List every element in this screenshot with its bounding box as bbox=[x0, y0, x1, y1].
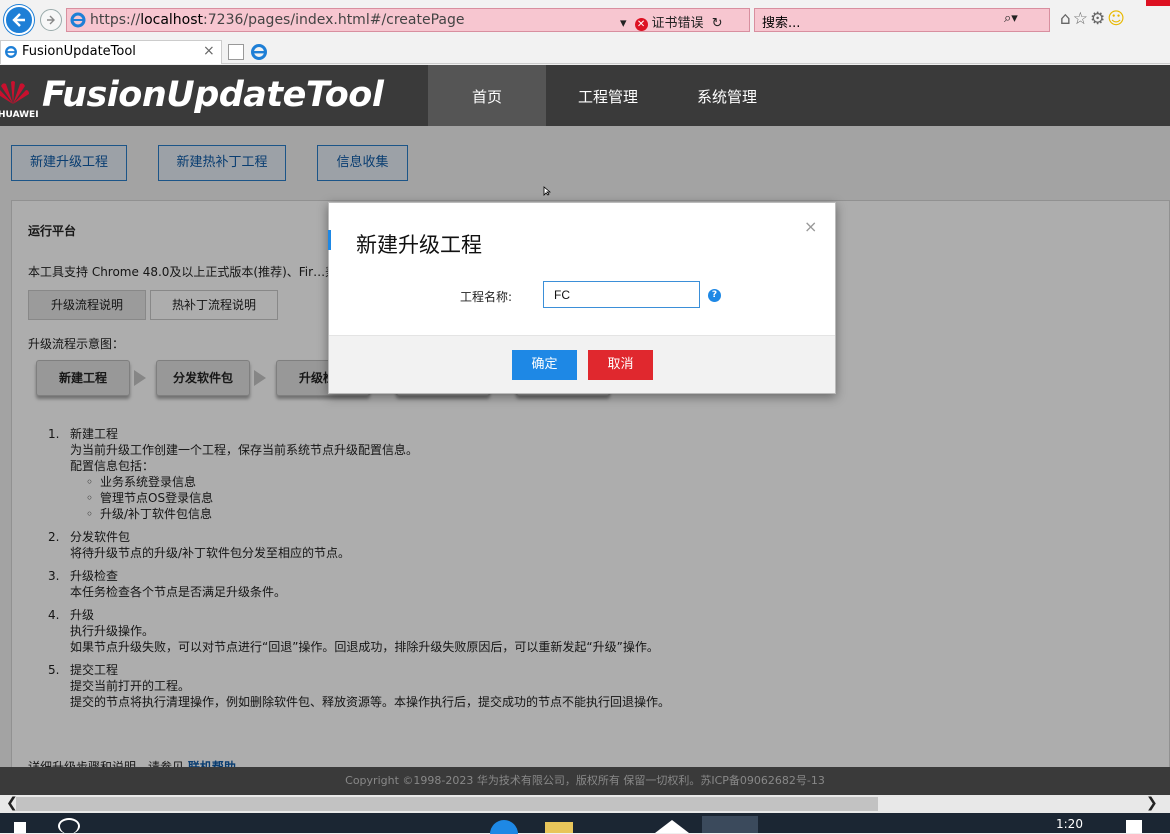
scroll-right-icon[interactable]: ❯ bbox=[1146, 795, 1158, 811]
taskbar-explorer-icon[interactable] bbox=[545, 822, 573, 833]
cancel-button[interactable]: 取消 bbox=[588, 350, 653, 380]
new-tab-icon[interactable] bbox=[228, 44, 244, 60]
cert-error-label[interactable]: 证书错误 bbox=[652, 16, 704, 31]
modal-footer bbox=[329, 335, 835, 393]
help-question-icon[interactable]: ? bbox=[708, 289, 721, 302]
cert-error-icon: ✕ bbox=[634, 18, 648, 31]
dropdown-icon[interactable]: ▾ bbox=[620, 16, 627, 31]
brand-text: HUAWEI bbox=[0, 110, 39, 120]
project-name-input[interactable] bbox=[543, 281, 700, 308]
smiley-icon[interactable]: ☺ bbox=[1107, 9, 1127, 29]
window-close-strip[interactable] bbox=[1146, 0, 1170, 6]
mouse-cursor-icon bbox=[543, 186, 551, 196]
project-name-label: 工程名称: bbox=[460, 290, 513, 304]
arrow-right-icon bbox=[47, 15, 55, 25]
taskbar-ie-active[interactable] bbox=[702, 816, 758, 833]
huawei-logo-icon bbox=[0, 81, 29, 104]
ie-tab-icon bbox=[5, 46, 17, 58]
tab-title: FusionUpdateTool bbox=[22, 44, 136, 59]
nav-item-project-management[interactable]: 工程管理 bbox=[578, 86, 638, 107]
modal-close-icon[interactable]: × bbox=[804, 217, 817, 236]
app-title: FusionUpdateTool bbox=[42, 75, 384, 115]
gear-icon[interactable]: ⚙ bbox=[1090, 9, 1107, 29]
modal-title-accent bbox=[328, 230, 331, 250]
arrow-left-icon bbox=[12, 13, 25, 27]
search-placeholder: 搜索... bbox=[762, 16, 801, 31]
search-icon[interactable]: ⌕▾ bbox=[1004, 11, 1018, 26]
cortana-icon[interactable] bbox=[58, 818, 80, 834]
tab-close-icon[interactable]: × bbox=[203, 43, 215, 59]
windows-start-icon[interactable] bbox=[14, 822, 26, 833]
url-controls: ▾ ✕ 证书错误 ↻ bbox=[620, 12, 723, 31]
favorites-star-icon[interactable]: ☆ bbox=[1073, 9, 1090, 29]
browser-toolbar-icons: ⌂☆⚙☺ bbox=[1060, 9, 1127, 29]
ie-logo-icon[interactable] bbox=[250, 43, 268, 61]
refresh-icon[interactable]: ↻ bbox=[712, 16, 723, 31]
back-button[interactable] bbox=[4, 5, 34, 35]
footer-copyright: Copyright ©1998-2023 华为技术有限公司，版权所有 保留一切权… bbox=[0, 767, 1170, 795]
scroll-left-icon[interactable]: ❮ bbox=[6, 795, 18, 811]
home-icon[interactable]: ⌂ bbox=[1060, 9, 1073, 29]
confirm-button[interactable]: 确定 bbox=[512, 350, 577, 380]
windows-taskbar bbox=[0, 813, 1170, 833]
clock-time[interactable]: 1:20 bbox=[1056, 817, 1083, 831]
modal-title: 新建升级工程 bbox=[356, 233, 482, 257]
scrollbar-thumb[interactable] bbox=[16, 797, 878, 811]
nav-item-home[interactable]: 首页 bbox=[472, 86, 502, 107]
ie-page-icon bbox=[70, 12, 86, 28]
notification-icon[interactable] bbox=[1126, 820, 1142, 833]
forward-button[interactable] bbox=[40, 9, 62, 31]
nav-item-system-management[interactable]: 系统管理 bbox=[697, 86, 757, 107]
url-text: https://localhost:7236/pages/index.html#… bbox=[90, 12, 465, 28]
